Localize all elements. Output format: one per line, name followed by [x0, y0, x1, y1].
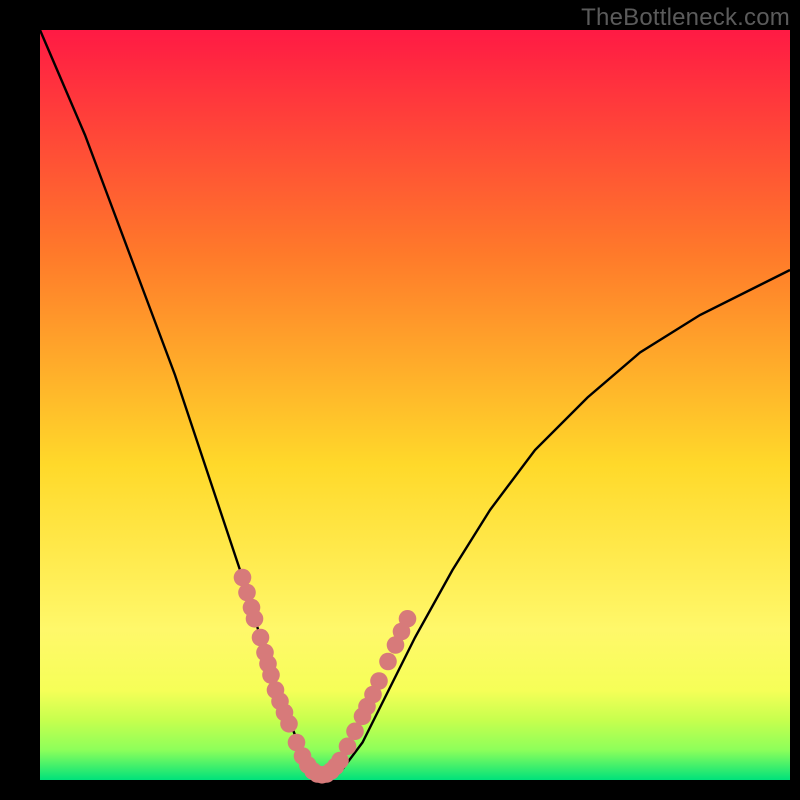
data-point: [234, 569, 252, 587]
data-point: [238, 584, 256, 602]
data-point: [399, 610, 417, 628]
data-point: [346, 723, 364, 741]
data-point: [262, 666, 280, 684]
data-point: [280, 715, 298, 733]
data-point: [370, 672, 388, 690]
data-point: [339, 738, 357, 756]
data-point: [246, 610, 264, 628]
data-point: [379, 653, 397, 671]
chart-stage: TheBottleneck.com: [0, 0, 800, 800]
watermark-text: TheBottleneck.com: [581, 4, 790, 32]
bottleneck-chart: [0, 0, 800, 800]
data-point: [252, 629, 270, 647]
plot-background: [40, 30, 790, 780]
